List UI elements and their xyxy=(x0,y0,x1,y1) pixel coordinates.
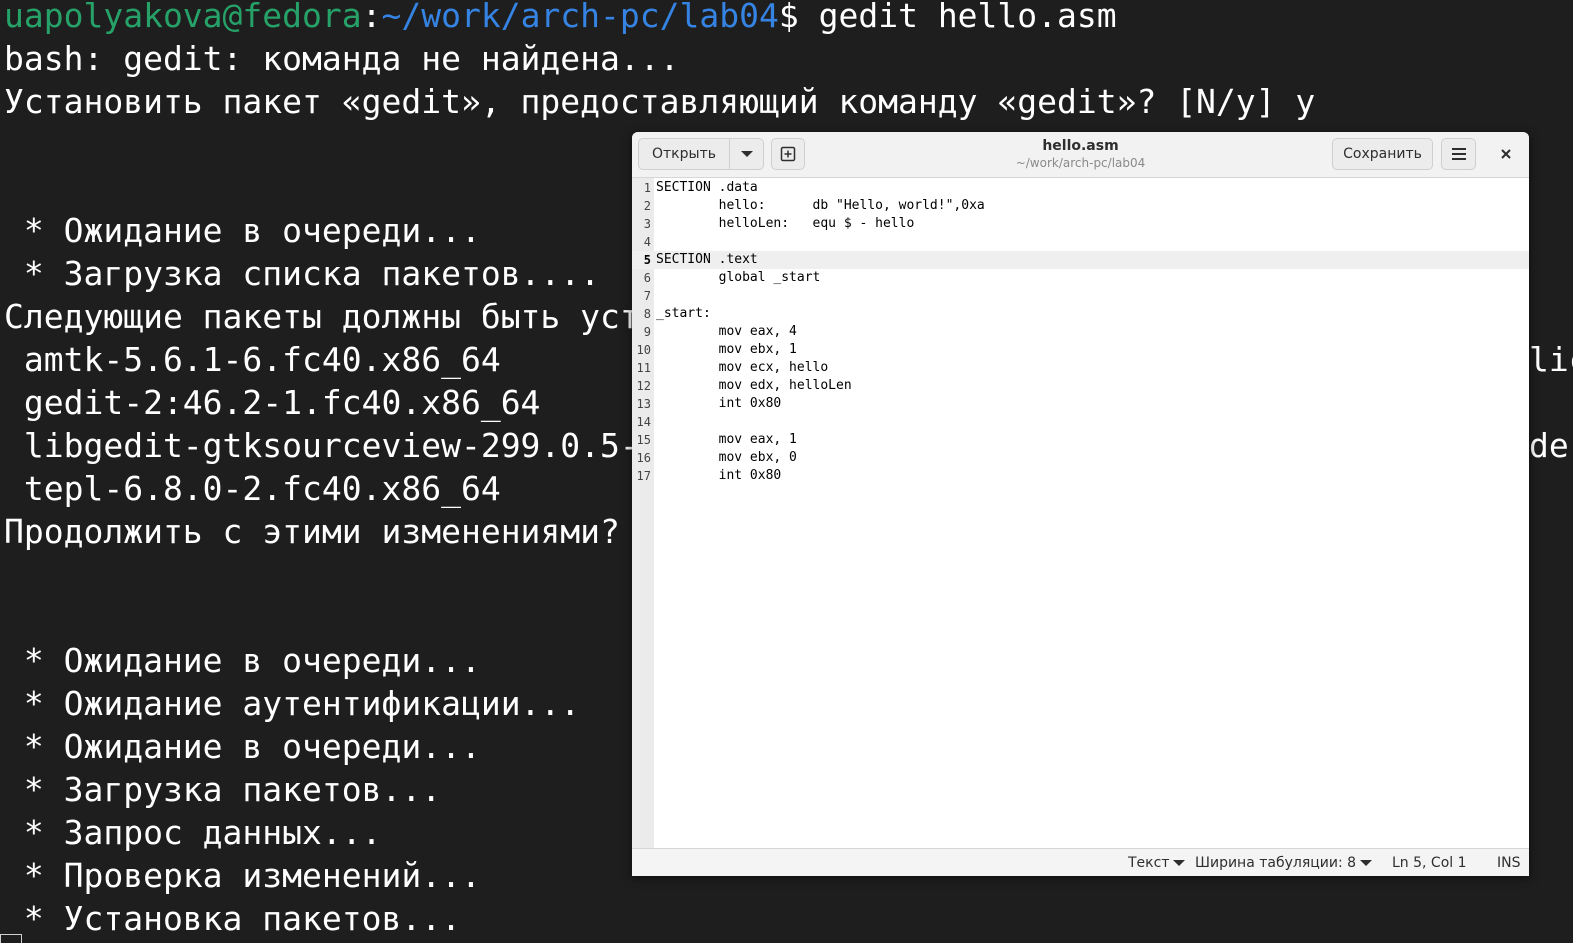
terminal-line: tepl-6.8.0-2.fc40.x86_64 xyxy=(4,469,501,508)
prompt-command: gedit hello.asm xyxy=(818,0,1117,35)
chevron-down-icon xyxy=(1173,860,1186,866)
line-number: 1 xyxy=(643,181,651,195)
terminal-line: * Запрос данных... xyxy=(4,813,382,852)
terminal-line: Продолжить с этими изменениями? xyxy=(4,512,620,551)
close-icon xyxy=(1501,149,1511,159)
line-number: 10 xyxy=(636,343,651,357)
code-text: int 0x80 xyxy=(656,468,782,483)
line-number: 16 xyxy=(636,451,651,465)
code-line[interactable]: 16 mov ebx, 0 xyxy=(632,449,1529,467)
window-subtitle: ~/work/arch-pc/lab04 xyxy=(1015,156,1146,170)
terminal-line: * Ожидание в очереди... xyxy=(4,641,481,680)
terminal-line: bash: gedit: команда не найдена... xyxy=(4,39,680,78)
code-text: int 0x80 xyxy=(656,396,782,411)
open-button[interactable]: Открыть xyxy=(638,138,730,170)
code-line[interactable]: 11 mov ecx, hello xyxy=(632,359,1529,377)
terminal-line: amtk-5.6.1-6.fc40.x86_64 xyxy=(4,340,501,379)
terminal-line: * Ожидание в очереди... xyxy=(4,211,481,250)
code-text: mov edx, helloLen xyxy=(656,378,852,393)
code-text: hello: db "Hello, world!",0xa xyxy=(656,198,985,213)
terminal-line: * Ожидание в очереди... xyxy=(4,727,481,766)
prompt-user: uapolyakova@fedora xyxy=(4,0,362,35)
code-line[interactable]: 2 hello: db "Hello, world!",0xa xyxy=(632,197,1529,215)
code-text: mov ecx, hello xyxy=(656,360,829,375)
line-number: 11 xyxy=(636,361,651,375)
code-line[interactable]: 10 mov ebx, 1 xyxy=(632,341,1529,359)
line-number: 2 xyxy=(643,199,651,213)
line-number: 17 xyxy=(636,469,651,483)
line-number: 8 xyxy=(643,307,651,321)
terminal-line: * Проверка изменений... xyxy=(4,856,481,895)
terminal-fragment: lic xyxy=(1529,340,1573,379)
tab-width-label: Ширина табуляции: 8 xyxy=(1195,855,1357,871)
code-line[interactable]: 15 mov eax, 1 xyxy=(632,431,1529,449)
code-line[interactable]: 1 SECTION .data xyxy=(632,179,1529,197)
terminal-line: gedit-2:46.2-1.fc40.x86_64 xyxy=(4,383,541,422)
chevron-down-icon xyxy=(740,151,753,157)
terminal-fragment: de xyxy=(1529,426,1569,465)
header-bar: Открыть hello.asm ~/work/arch-pc/lab04 С… xyxy=(632,132,1529,178)
new-tab-button[interactable] xyxy=(771,138,805,170)
line-number: 12 xyxy=(636,379,651,393)
terminal-prompt-line: uapolyakova@fedora:~/work/arch-pc/lab04$… xyxy=(4,0,1117,37)
code-line[interactable]: 5 SECTION .text xyxy=(632,251,1529,269)
chevron-down-icon xyxy=(1360,860,1373,866)
code-text: helloLen: equ $ - hello xyxy=(656,216,915,231)
terminal-line: * Установка пакетов... xyxy=(4,899,461,938)
open-recent-button[interactable] xyxy=(729,138,764,170)
line-number: 3 xyxy=(643,217,651,231)
line-number: 5 xyxy=(643,253,651,267)
terminal-line: * Загрузка списка пакетов.... xyxy=(4,254,601,293)
code-line[interactable]: 14 xyxy=(632,413,1529,431)
window-title: hello.asm xyxy=(1042,138,1119,154)
language-selector[interactable]: Текст xyxy=(1128,854,1186,872)
prompt-symbol: $ xyxy=(778,0,819,35)
language-label: Текст xyxy=(1128,855,1170,871)
line-number: 15 xyxy=(636,433,651,447)
hamburger-menu-icon xyxy=(1451,148,1466,160)
code-text: SECTION .text xyxy=(656,252,758,267)
terminal-line: Следующие пакеты должны быть уст xyxy=(4,297,640,336)
code-text: global _start xyxy=(656,270,821,285)
code-text: mov eax, 1 xyxy=(656,432,797,447)
insert-mode: INS xyxy=(1497,855,1521,871)
line-number: 6 xyxy=(643,271,651,285)
window-title-block: hello.asm ~/work/arch-pc/lab04 xyxy=(932,137,1229,171)
line-number: 4 xyxy=(643,235,651,249)
code-line[interactable]: 9 mov eax, 4 xyxy=(632,323,1529,341)
line-number: 13 xyxy=(636,397,651,411)
terminal-line: Установить пакет «gedit», предоставляющи… xyxy=(4,82,1316,121)
text-editor[interactable]: 1 SECTION .data 2 hello: db "Hello, world!… xyxy=(632,178,1529,848)
terminal-line: * Ожидание аутентификации... xyxy=(4,684,581,723)
terminal-cursor xyxy=(0,934,22,943)
code-line[interactable]: 3 helloLen: equ $ - hello xyxy=(632,215,1529,233)
code-line[interactable]: 6 global _start xyxy=(632,269,1529,287)
code-line[interactable]: 12 mov edx, helloLen xyxy=(632,377,1529,395)
code-line[interactable]: 13 int 0x80 xyxy=(632,395,1529,413)
new-tab-icon xyxy=(780,146,796,162)
code-text: mov ebx, 0 xyxy=(656,450,797,465)
code-text: SECTION .data xyxy=(656,180,758,195)
terminal-line: libgedit-gtksourceview-299.0.5- xyxy=(4,426,640,465)
line-number: 7 xyxy=(643,289,651,303)
line-number: 14 xyxy=(636,415,651,429)
menu-button[interactable] xyxy=(1441,138,1476,170)
code-line[interactable]: 7 xyxy=(632,287,1529,305)
terminal-line: * Загрузка пакетов... xyxy=(4,770,442,809)
gedit-window[interactable]: Открыть hello.asm ~/work/arch-pc/lab04 С… xyxy=(632,132,1529,876)
code-text: mov eax, 4 xyxy=(656,324,797,339)
cursor-position[interactable]: Ln 5, Col 1 xyxy=(1392,854,1467,872)
code-line[interactable]: 17 int 0x80 xyxy=(632,467,1529,485)
save-button[interactable]: Сохранить xyxy=(1332,138,1433,170)
prompt-path: ~/work/arch-pc/lab04 xyxy=(381,0,779,35)
code-text: mov ebx, 1 xyxy=(656,342,797,357)
prompt-colon: : xyxy=(361,0,382,35)
tab-width-selector[interactable]: Ширина табуляции: 8 xyxy=(1195,854,1373,872)
line-number: 9 xyxy=(643,325,651,339)
code-line[interactable]: 8 _start: xyxy=(632,305,1529,323)
code-line[interactable]: 4 xyxy=(632,233,1529,251)
close-button[interactable] xyxy=(1489,138,1523,170)
code-text: _start: xyxy=(656,306,711,321)
status-bar: Текст Ширина табуляции: 8 Ln 5, Col 1 IN… xyxy=(632,848,1529,876)
